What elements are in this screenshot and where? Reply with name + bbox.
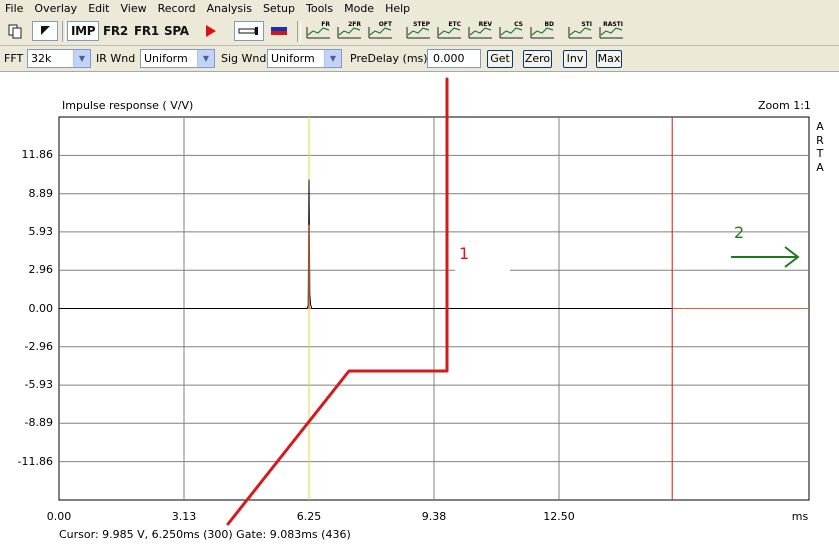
play-icon: [206, 25, 216, 37]
analysis-button-step[interactable]: STEP: [404, 21, 432, 41]
analysis-button-label: REV: [478, 21, 492, 28]
analysis-button-cs[interactable]: CS: [497, 21, 525, 41]
fr1-mode-button[interactable]: FR1: [132, 21, 162, 41]
fr2-label: FR2: [103, 24, 128, 38]
toolbar-separator: [62, 21, 66, 42]
analysis-button-label: OFT: [378, 21, 392, 28]
y-tick-label: 0.00: [28, 301, 54, 315]
x-tick-label: 12.50: [543, 510, 575, 523]
x-tick-label: 3.13: [171, 510, 197, 523]
chevron-down-icon: ▼: [197, 50, 214, 67]
fft-select[interactable]: 32k ▼: [27, 49, 91, 68]
analysis-button-label: RASTI: [603, 21, 623, 28]
analysis-button-bd[interactable]: BD: [528, 21, 556, 41]
menu-setup[interactable]: Setup: [258, 0, 301, 18]
brand-letter: A: [816, 160, 824, 174]
x-axis-unit-label: ms: [791, 510, 809, 523]
analysis-button-label: BD: [544, 21, 554, 28]
get-button[interactable]: Get: [487, 50, 513, 68]
menu-tools[interactable]: Tools: [301, 0, 339, 18]
predelay-input[interactable]: 0.000: [427, 49, 481, 68]
x-tick-label: 9.38: [421, 510, 447, 523]
analysis-button-label: ETC: [448, 21, 461, 28]
menu-mode[interactable]: Mode: [339, 0, 380, 18]
analysis-button-rasti[interactable]: RASTI: [597, 21, 625, 41]
fft-label: FFT: [4, 52, 24, 65]
plot-area: 12 Impulse response ( V/V) Zoom 1:1 A R …: [0, 72, 839, 549]
analysis-button-sti[interactable]: STI: [566, 21, 594, 41]
spa-label: SPA: [164, 24, 189, 38]
sig-wnd-select[interactable]: Uniform ▼: [267, 49, 342, 68]
toolbar-separator: [297, 21, 301, 42]
analysis-button-rev[interactable]: REV: [466, 21, 494, 41]
predelay-label: PreDelay (ms): [350, 52, 428, 65]
y-tick-label: -8.89: [24, 416, 53, 430]
brand-letter: A: [816, 120, 824, 133]
annotation-1-label: 1: [459, 244, 469, 263]
y-tick-label: -5.93: [24, 378, 53, 392]
arta-logo-text: A R T A: [815, 120, 825, 174]
menu-file[interactable]: File: [0, 0, 29, 18]
menu-edit[interactable]: Edit: [83, 0, 115, 18]
ir-wnd-label: IR Wnd: [96, 52, 136, 65]
imp-mode-button[interactable]: IMP: [67, 21, 99, 41]
options-bar: FFT 32k ▼ IR Wnd Uniform ▼ Sig Wnd Unifo…: [0, 46, 839, 72]
spa-mode-button[interactable]: SPA: [162, 21, 192, 41]
menu-analysis[interactable]: Analysis: [202, 0, 258, 18]
chevron-down-icon: ▼: [73, 50, 90, 67]
y-tick-label: -11.86: [17, 454, 53, 468]
analysis-button-2fr[interactable]: 2FR: [335, 21, 363, 41]
impulse-response-plot[interactable]: 12: [0, 72, 839, 549]
y-tick-label: 8.89: [28, 186, 54, 200]
analysis-button-etc[interactable]: ETC: [435, 21, 463, 41]
inv-button[interactable]: Inv: [563, 50, 587, 68]
ir-wnd-value: Uniform: [144, 52, 188, 65]
zero-button[interactable]: Zero: [523, 50, 552, 68]
annotation-2-label: 2: [734, 223, 744, 242]
generator-button[interactable]: [234, 21, 264, 41]
plot-title: Impulse response ( V/V): [62, 99, 194, 112]
chevron-down-icon: ▼: [324, 50, 341, 67]
overlay-button[interactable]: [266, 21, 292, 41]
arta-window: File Overlay Edit View Record Analysis S…: [0, 0, 839, 549]
y-tick-label: 5.93: [28, 224, 54, 238]
menu-overlay[interactable]: Overlay: [29, 0, 83, 18]
record-button[interactable]: [198, 21, 222, 41]
sig-wnd-label: Sig Wnd: [221, 52, 267, 65]
max-button[interactable]: Max: [596, 50, 622, 68]
pointer-icon: [41, 26, 50, 35]
signal-icon: [238, 27, 258, 35]
overlay-icon: [271, 27, 287, 35]
analysis-button-label: STEP: [413, 21, 430, 28]
zoom-label: Zoom 1:1: [758, 99, 811, 112]
analysis-button-oft[interactable]: OFT: [366, 21, 394, 41]
y-tick-label: -2.96: [24, 339, 53, 353]
y-tick-label: 11.86: [21, 148, 54, 162]
cursor-readout: Cursor: 9.985 V, 6.250ms (300) Gate: 9.0…: [59, 528, 351, 541]
menu-bar: File Overlay Edit View Record Analysis S…: [0, 0, 839, 18]
fr2-mode-button[interactable]: FR2: [100, 21, 132, 41]
y-tick-label: 2.96: [28, 263, 54, 277]
analysis-button-fr[interactable]: FR: [304, 21, 332, 41]
ir-wnd-select[interactable]: Uniform ▼: [140, 49, 215, 68]
brand-letter: T: [816, 147, 824, 160]
menu-help[interactable]: Help: [380, 0, 416, 18]
copy-button[interactable]: [4, 21, 26, 41]
menu-view[interactable]: View: [116, 0, 153, 18]
analysis-button-label: FR: [321, 21, 330, 28]
copy-icon: [8, 24, 22, 39]
fr1-label: FR1: [134, 24, 159, 38]
imp-label: IMP: [71, 24, 96, 38]
x-tick-label: 0.00: [46, 510, 72, 523]
fft-value: 32k: [31, 52, 52, 65]
analysis-button-label: CS: [514, 21, 523, 28]
pointer-button[interactable]: [32, 21, 58, 41]
x-tick-label: 6.25: [296, 510, 322, 523]
analysis-button-label: 2FR: [348, 21, 361, 28]
menu-record[interactable]: Record: [153, 0, 202, 18]
toolbar: IMP FR2 FR1 SPA FR 2FR OFT STEP ETC REV …: [0, 18, 839, 46]
analysis-button-label: STI: [581, 21, 592, 28]
brand-letter: R: [816, 133, 824, 147]
sig-wnd-value: Uniform: [271, 52, 315, 65]
